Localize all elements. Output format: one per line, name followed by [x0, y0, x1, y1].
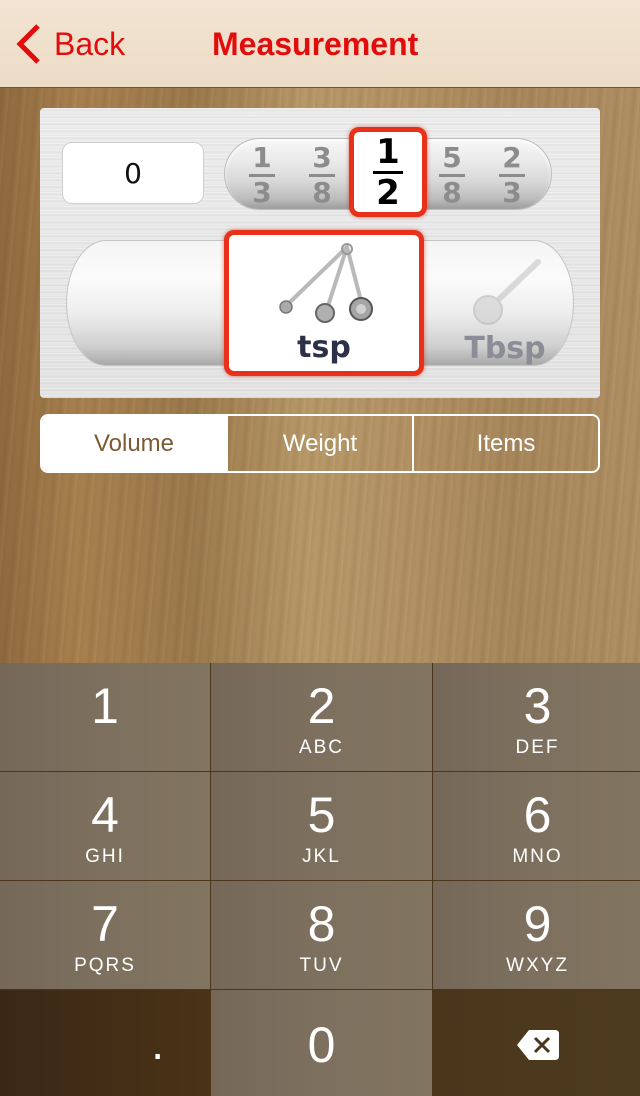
key-delete[interactable]: [433, 990, 640, 1096]
key-letters: MNO: [512, 846, 563, 867]
navigation-bar: Back Measurement: [0, 0, 640, 88]
back-button[interactable]: Back: [14, 22, 125, 66]
key-digit: .: [151, 1017, 164, 1069]
unit-label: Tbsp: [464, 331, 546, 366]
fraction-option[interactable]: 3 8: [299, 139, 345, 211]
key-letters: TUV: [299, 955, 344, 976]
fraction-denominator: 8: [312, 175, 332, 209]
key-9[interactable]: 9 WXYZ: [433, 881, 640, 989]
key-digit: 2: [307, 678, 336, 734]
key-8[interactable]: 8 TUV: [211, 881, 432, 989]
key-letters: JKL: [302, 846, 341, 867]
fraction-option[interactable]: 5 8: [429, 139, 475, 211]
fraction-picker[interactable]: 1 3 3 8 1 2 5 8 2 3: [224, 127, 552, 217]
unit-label: tsp: [297, 330, 351, 365]
measurement-type-segmented-control: Volume Weight Items: [40, 414, 600, 473]
segment-volume[interactable]: Volume: [42, 416, 226, 471]
delete-backspace-icon: [516, 1029, 559, 1060]
fraction-numerator: 5: [442, 140, 462, 174]
key-0[interactable]: 0: [211, 990, 432, 1096]
key-digit: 0: [307, 1017, 336, 1073]
fraction-numerator: 2: [502, 140, 522, 174]
key-letters: ABC: [298, 737, 345, 758]
key-3[interactable]: 3 DEF: [433, 663, 640, 771]
key-digit: 6: [523, 787, 552, 843]
key-letters: GHI: [85, 846, 125, 867]
key-4[interactable]: 4 GHI: [0, 772, 210, 880]
fraction-numerator: 3: [312, 140, 332, 174]
numeric-keypad: 1 2 ABC 3 DEF 4 GHI 5 JKL 6 MNO 7 PQRS 8…: [0, 663, 640, 1096]
unit-option[interactable]: Tbsp: [450, 258, 560, 368]
segment-items[interactable]: Items: [412, 416, 598, 471]
key-letters: WXYZ: [506, 955, 569, 976]
measurement-picker-panel: 0 1 3 3 8 1 2 5 8 2 3 tsp Tbsp: [40, 108, 600, 398]
key-letters: PQRS: [74, 955, 136, 976]
fraction-denominator: 3: [502, 175, 522, 209]
key-digit: 7: [91, 896, 119, 952]
fraction-option[interactable]: 2 3: [489, 139, 535, 211]
chevron-left-icon: [16, 24, 40, 64]
key-digit: 1: [91, 678, 119, 734]
page-title: Measurement: [212, 26, 419, 62]
fraction-option-selected[interactable]: 1 2: [349, 127, 427, 217]
unit-option-selected[interactable]: tsp: [224, 230, 424, 376]
fraction-denominator: 8: [442, 175, 462, 209]
segment-weight[interactable]: Weight: [226, 416, 412, 471]
fraction-denominator: 2: [376, 172, 400, 213]
back-label: Back: [54, 25, 126, 62]
whole-number-field[interactable]: 0: [62, 142, 204, 204]
key-digit: 5: [307, 787, 336, 843]
key-7[interactable]: 7 PQRS: [0, 881, 210, 989]
key-letters: DEF: [515, 737, 560, 758]
key-digit: 8: [307, 896, 336, 952]
key-2[interactable]: 2 ABC: [211, 663, 432, 771]
fraction-numerator: 1: [252, 140, 272, 174]
key-digit: 9: [523, 896, 552, 952]
key-decimal-point[interactable]: .: [0, 990, 210, 1096]
fraction-numerator: 1: [376, 131, 400, 172]
measuring-spoons-icon: [279, 243, 373, 323]
fraction-denominator: 3: [252, 175, 272, 209]
key-5[interactable]: 5 JKL: [211, 772, 432, 880]
tablespoon-icon: [473, 259, 541, 325]
key-1[interactable]: 1: [0, 663, 210, 771]
key-digit: 4: [91, 787, 119, 843]
key-6[interactable]: 6 MNO: [433, 772, 640, 880]
key-digit: 3: [523, 678, 552, 734]
fraction-option[interactable]: 1 3: [239, 139, 285, 211]
